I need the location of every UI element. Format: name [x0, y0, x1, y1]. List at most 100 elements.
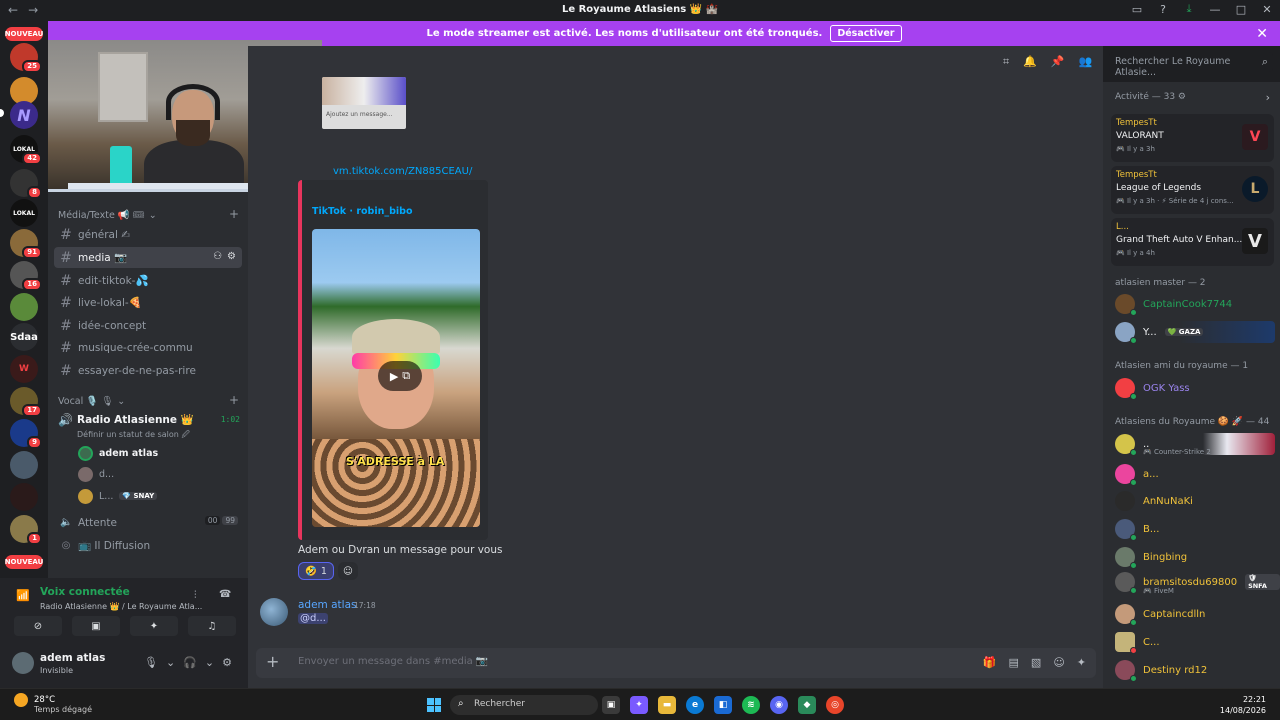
guild-icon[interactable]: 16: [10, 261, 42, 291]
guild-icon[interactable]: Sdaa: [10, 323, 38, 351]
guild-icon[interactable]: N: [10, 101, 38, 129]
stage-channel-diffusion[interactable]: ◎ 📺 Il Diffusion: [54, 535, 242, 556]
chevron-down-icon[interactable]: ⌄: [205, 656, 214, 669]
guild-icon[interactable]: W: [10, 355, 38, 383]
invite-icon[interactable]: ⚇: [213, 251, 222, 262]
member-item[interactable]: Bingbing: [1115, 546, 1187, 569]
noise-suppression-icon[interactable]: ⫶: [194, 590, 197, 601]
channel-live-lokal[interactable]: # live-lokal-🍕: [54, 292, 242, 313]
channel-general[interactable]: # général ✍: [54, 224, 242, 245]
message-input[interactable]: Envoyer un message dans #media 📷: [298, 656, 488, 667]
system-clock[interactable]: 22:21 14/08/2026: [1220, 694, 1266, 716]
bell-icon[interactable]: 🔔: [1023, 55, 1037, 69]
member-item[interactable]: CaptainCook7744: [1115, 293, 1232, 316]
user-mention[interactable]: @d...: [298, 613, 328, 624]
help-icon[interactable]: ?: [1156, 2, 1170, 16]
guild-icon[interactable]: LOKAL: [10, 199, 38, 227]
chrome-icon[interactable]: ◎: [826, 696, 844, 714]
add-reaction-icon[interactable]: ☺: [337, 562, 358, 580]
search-input[interactable]: Rechercher Le Royaume Atlasie... ⌕: [1109, 52, 1273, 78]
emoji-icon[interactable]: ☺: [1053, 656, 1064, 669]
category-media-text[interactable]: Média/Texte 📢 🎟 ⌄: [58, 210, 157, 221]
copilot-icon[interactable]: ✦: [630, 696, 648, 714]
minimize-icon[interactable]: —: [1208, 2, 1222, 16]
member-item[interactable]: Y... 💚 GAZA: [1115, 321, 1275, 344]
guild-icon[interactable]: [10, 483, 38, 511]
current-user-name[interactable]: adem atlas: [40, 652, 105, 664]
channel-media[interactable]: # media 📷 ⚇ ⚙: [54, 247, 242, 268]
download-icon[interactable]: ⤓: [1182, 2, 1196, 16]
channel-idee-concept[interactable]: # idée-concept: [54, 315, 242, 336]
camera-off-button[interactable]: ⊘: [14, 616, 62, 636]
app-icon[interactable]: ◆: [798, 696, 816, 714]
maximize-icon[interactable]: □: [1234, 2, 1248, 16]
member-item[interactable]: bramsitosdu69800 🛡 SNFA: [1115, 571, 1280, 594]
activity-card[interactable]: TempesTt VALORANT 🎮 Il y a 3h V: [1111, 114, 1274, 162]
member-item[interactable]: C...: [1115, 631, 1160, 654]
embed-video[interactable]: ▶ ⧉ S'ADRESSE à LA: [312, 229, 480, 527]
store-icon[interactable]: ◧: [714, 696, 732, 714]
add-channel-icon[interactable]: +: [229, 393, 239, 407]
activities-button[interactable]: ✦: [130, 616, 178, 636]
tiktok-link[interactable]: vm.tiktok.com/ZN885CEAU/: [333, 166, 472, 177]
disable-streamer-button[interactable]: Désactiver: [830, 25, 902, 42]
member-item[interactable]: OGK Yass: [1115, 377, 1190, 400]
guild-icon[interactable]: [10, 451, 38, 479]
disconnect-icon[interactable]: ☎: [219, 589, 231, 600]
guild-icon[interactable]: 25: [10, 43, 42, 73]
chevron-right-icon[interactable]: ›: [1266, 91, 1270, 104]
guild-icon[interactable]: 8: [10, 169, 42, 199]
attach-plus-icon[interactable]: +: [266, 652, 279, 671]
member-item[interactable]: B...: [1115, 518, 1159, 541]
headphones-icon[interactable]: 🎧: [183, 656, 197, 669]
guild-icon[interactable]: [10, 293, 38, 321]
gear-icon[interactable]: ⚙: [227, 251, 236, 262]
apps-icon[interactable]: ✦: [1077, 656, 1086, 669]
banner-close-icon[interactable]: ✕: [1256, 26, 1268, 42]
gift-icon[interactable]: 🎁: [983, 656, 997, 669]
add-channel-icon[interactable]: +: [229, 207, 239, 221]
discord-icon[interactable]: ◉: [770, 696, 788, 714]
reaction-laugh[interactable]: 🤣 1: [298, 562, 334, 580]
guild-icon[interactable]: 91: [10, 229, 42, 259]
guild-icon[interactable]: LOKAL 42: [10, 135, 42, 165]
set-channel-status[interactable]: Définir un statut de salon 🖉: [77, 429, 190, 443]
message-author[interactable]: adem atlas: [298, 599, 357, 611]
channel-essayer[interactable]: # essayer-de-ne-pas-rire: [54, 360, 242, 381]
windows-start-icon[interactable]: [427, 698, 441, 712]
soundboard-button[interactable]: ♫: [188, 616, 236, 636]
member-item[interactable]: Destiny rd12: [1115, 659, 1207, 682]
file-explorer-icon[interactable]: ▬: [658, 696, 676, 714]
voice-user[interactable]: adem atlas: [78, 444, 158, 462]
task-view-icon[interactable]: ▣: [602, 696, 620, 714]
threads-icon[interactable]: ⌗: [1003, 55, 1009, 69]
member-item[interactable]: Captaincdlln: [1115, 603, 1205, 626]
gear-icon[interactable]: ⚙: [222, 656, 232, 669]
guild-icon[interactable]: 9: [10, 419, 42, 449]
play-button[interactable]: ▶ ⧉: [378, 361, 422, 391]
avatar[interactable]: [260, 598, 288, 626]
previous-attachment[interactable]: Ajoutez un message...: [322, 77, 406, 129]
category-vocal[interactable]: Vocal 🎙️ 🎙 ⌄: [58, 396, 125, 407]
edge-icon[interactable]: e: [686, 696, 704, 714]
voice-user[interactable]: d...: [78, 465, 114, 483]
microphone-icon[interactable]: 🎙: [144, 656, 158, 669]
channel-musique[interactable]: # musique-crée-commu: [54, 337, 242, 358]
activity-header[interactable]: Activité — 33 ⚙: [1115, 92, 1186, 102]
member-item[interactable]: a...: [1115, 463, 1159, 486]
embed-title[interactable]: TikTok · robin_bibo: [312, 206, 413, 217]
voice-user[interactable]: L... 💎 SNAY: [78, 487, 158, 505]
guild-icon[interactable]: 17: [10, 387, 42, 417]
guild-icon[interactable]: 1: [10, 515, 42, 545]
avatar[interactable]: [12, 652, 34, 674]
spotify-icon[interactable]: ≋: [742, 696, 760, 714]
activity-card[interactable]: L... Grand Theft Auto V Enhan... 🎮 Il y …: [1111, 218, 1274, 266]
activity-card[interactable]: TempesTt League of Legends 🎮 Il y a 3h ·…: [1111, 166, 1274, 214]
voice-connected-label[interactable]: Voix connectée: [40, 586, 130, 598]
pin-icon[interactable]: 📌: [1051, 55, 1065, 69]
close-icon[interactable]: ✕: [1260, 2, 1274, 16]
screen-share-button[interactable]: ▣: [72, 616, 120, 636]
taskbar-search[interactable]: ⌕ Rechercher: [450, 695, 598, 715]
channel-edit-tiktok[interactable]: # edit-tiktok-💦: [54, 270, 242, 291]
voice-channel-attente[interactable]: 🔈 Attente 00 99: [54, 512, 242, 533]
